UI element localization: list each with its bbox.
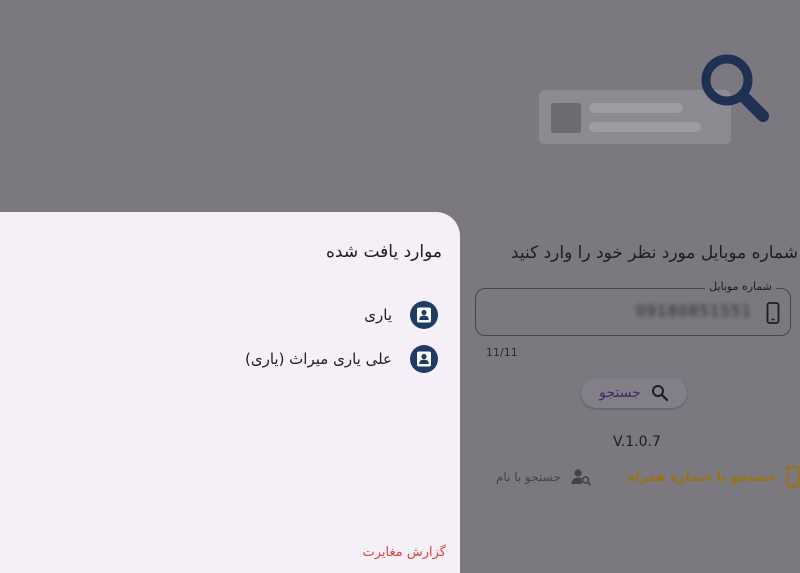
results-sheet: موارد یافت شده یاری علی یاری میراث (یاری… <box>0 212 460 573</box>
result-name: یاری <box>364 306 392 324</box>
search-button-label: جستجو <box>599 385 641 401</box>
user-avatar-icon <box>410 301 438 329</box>
result-item[interactable]: علی یاری میراث (یاری) <box>245 345 438 373</box>
illustration-line <box>589 103 683 113</box>
phone-field-value[interactable]: 09180851551 <box>636 302 752 320</box>
smartphone-icon <box>766 302 780 324</box>
search-icon <box>651 385 668 402</box>
result-name: علی یاری میراث (یاری) <box>244 350 392 368</box>
tab-search-by-phone[interactable]: جستجو با شماره همراه <box>628 466 800 488</box>
tab-search-by-name[interactable]: جستجو با نام <box>496 468 591 486</box>
user-avatar-icon <box>410 345 438 373</box>
app-version: V.1.0.7 <box>613 434 661 450</box>
search-button[interactable]: جستجو <box>581 378 687 408</box>
phone-number-field[interactable]: شماره موبایل 09180851551 <box>475 280 791 336</box>
report-discrepancy-link[interactable]: گزارش مغایرت <box>363 545 446 560</box>
result-item[interactable]: یاری <box>364 301 438 329</box>
person-search-icon <box>571 469 591 486</box>
phone-prompt: شماره موبایل مورد نظر خود را وارد کنید <box>510 243 798 263</box>
phone-icon <box>786 466 800 488</box>
illustration-line <box>589 122 701 132</box>
magnifier-illustration-icon <box>701 54 769 122</box>
tab-search-by-phone-label: جستجو با شماره همراه <box>627 469 776 485</box>
results-title: موارد یافت شده <box>325 242 442 262</box>
character-counter: 11/11 <box>486 346 518 359</box>
illustration-thumbnail <box>551 103 581 133</box>
tab-search-by-name-label: جستجو با نام <box>496 470 561 484</box>
phone-field-label: شماره موبایل <box>705 280 776 293</box>
